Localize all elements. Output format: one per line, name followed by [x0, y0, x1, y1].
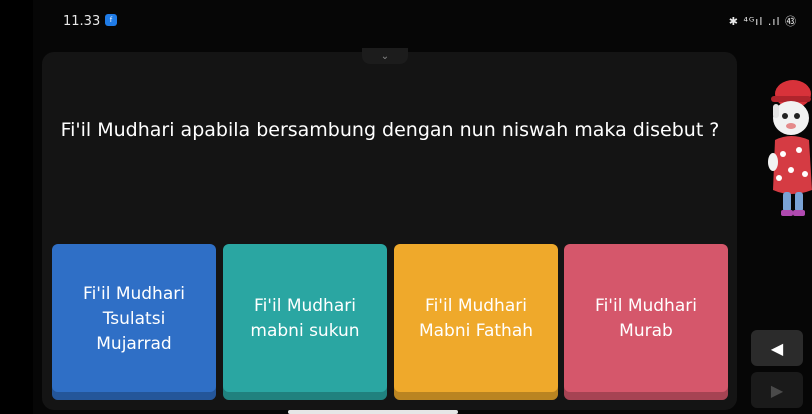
answer-option-4[interactable]: Fi'il Mudhari Murab — [564, 244, 728, 400]
status-time: 11.33 — [63, 14, 101, 29]
triangle-right-icon: ▶ — [770, 380, 784, 400]
status-icons: ✱ ⁴ᴳıl .ıl ㊸ — [728, 15, 797, 28]
home-indicator[interactable] — [288, 410, 458, 414]
answer-options: Fi'il Mudhari Tsulatsi Mujarrad Fi'il Mu… — [52, 244, 728, 400]
answer-option-1[interactable]: Fi'il Mudhari Tsulatsi Mujarrad — [52, 244, 216, 400]
mascot-character — [768, 80, 812, 216]
question-text: Fi'il Mudhari apabila bersambung dengan … — [60, 119, 720, 141]
next-button[interactable]: ▶ — [751, 372, 803, 408]
answer-option-3[interactable]: Fi'il Mudhari Mabni Fathah — [394, 244, 558, 400]
previous-button[interactable]: ◀ — [751, 330, 803, 366]
app-notification-icon: f — [105, 14, 117, 26]
chevron-down-icon[interactable]: ⌄ — [362, 48, 408, 64]
triangle-left-icon: ◀ — [770, 338, 784, 358]
answer-option-2[interactable]: Fi'il Mudhari mabni sukun — [223, 244, 387, 400]
status-bar: 11.33 f ✱ ⁴ᴳıl .ıl ㊸ — [33, 0, 812, 42]
